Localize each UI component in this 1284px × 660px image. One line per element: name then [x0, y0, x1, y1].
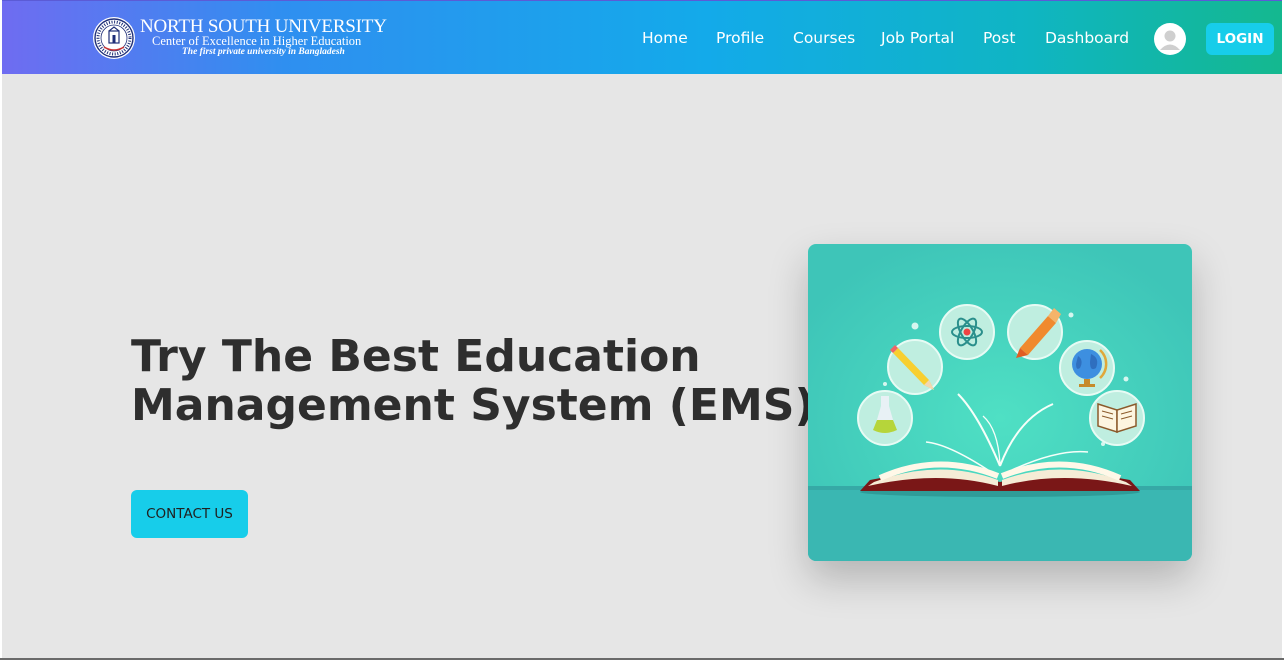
user-avatar-icon[interactable] [1154, 23, 1186, 55]
navbar: NORTH SOUTH UNIVERSITY Center of Excelle… [2, 0, 1282, 74]
nav-link-courses[interactable]: Courses [793, 29, 855, 47]
hero-illustration [808, 244, 1192, 561]
main-nav: Home Profile Courses Job Portal Post Das… [2, 29, 1282, 51]
pencil-icon [887, 339, 943, 395]
flask-icon [857, 390, 913, 446]
globe-icon [1059, 340, 1115, 396]
nav-link-dashboard[interactable]: Dashboard [1045, 29, 1129, 47]
nav-link-profile[interactable]: Profile [716, 29, 764, 47]
nav-link-home[interactable]: Home [642, 29, 688, 47]
atom-icon [939, 304, 995, 360]
crayon-icon [1007, 304, 1063, 360]
book-icon [1089, 390, 1145, 446]
login-button[interactable]: LOGIN [1206, 23, 1274, 55]
contact-us-button[interactable]: CONTACT US [131, 490, 248, 538]
nav-link-post[interactable]: Post [983, 29, 1015, 47]
hero-heading-line-2: Management System (EMS) [131, 380, 815, 431]
page-frame: NORTH SOUTH UNIVERSITY Center of Excelle… [2, 0, 1282, 660]
nav-link-job-portal[interactable]: Job Portal [881, 29, 954, 47]
hero-heading-line-1: Try The Best Education [131, 331, 701, 382]
hero-heading: Try The Best Education Management System… [131, 331, 815, 431]
